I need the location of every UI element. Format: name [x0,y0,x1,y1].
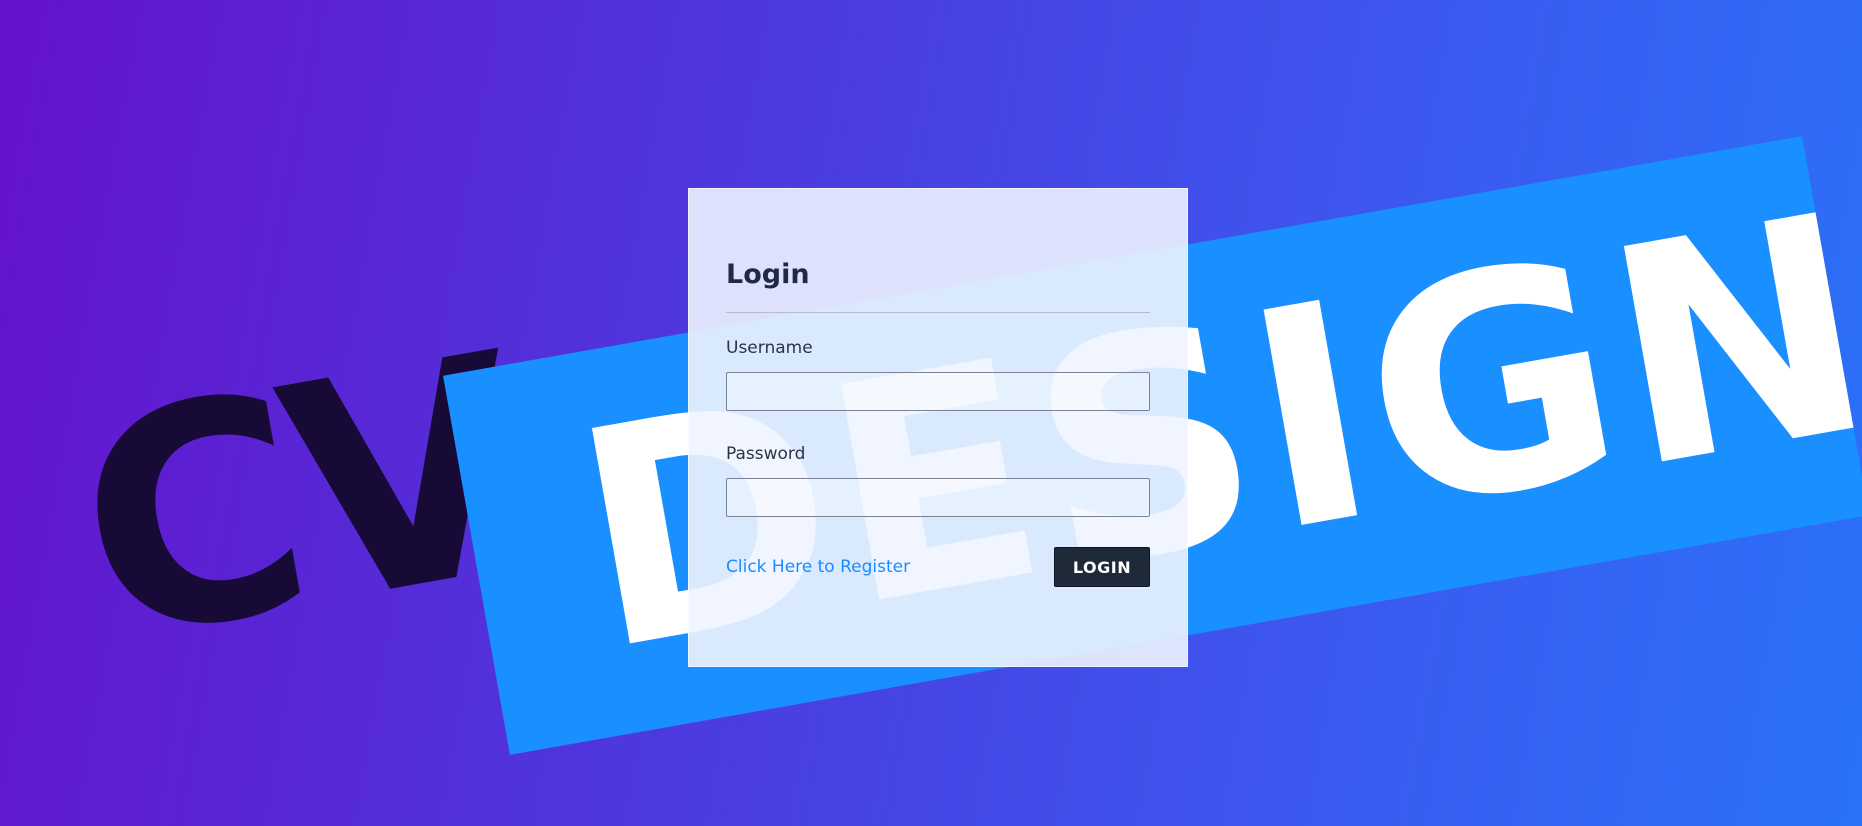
login-form: Login Username Password Click Here to Re… [726,261,1150,587]
password-input[interactable] [726,478,1150,517]
form-actions: Click Here to Register LOGIN [726,547,1150,587]
username-input[interactable] [726,372,1150,411]
logo-cv-text: CV [55,290,539,710]
password-label: Password [726,444,806,464]
username-label: Username [726,338,813,358]
login-card: Login Username Password Click Here to Re… [688,188,1188,667]
register-link[interactable]: Click Here to Register [726,557,910,577]
title-divider [726,312,1150,313]
login-title: Login [726,259,810,290]
login-button[interactable]: LOGIN [1054,547,1150,587]
page-background: CV DESIGN Login Username Password Click … [0,0,1862,826]
